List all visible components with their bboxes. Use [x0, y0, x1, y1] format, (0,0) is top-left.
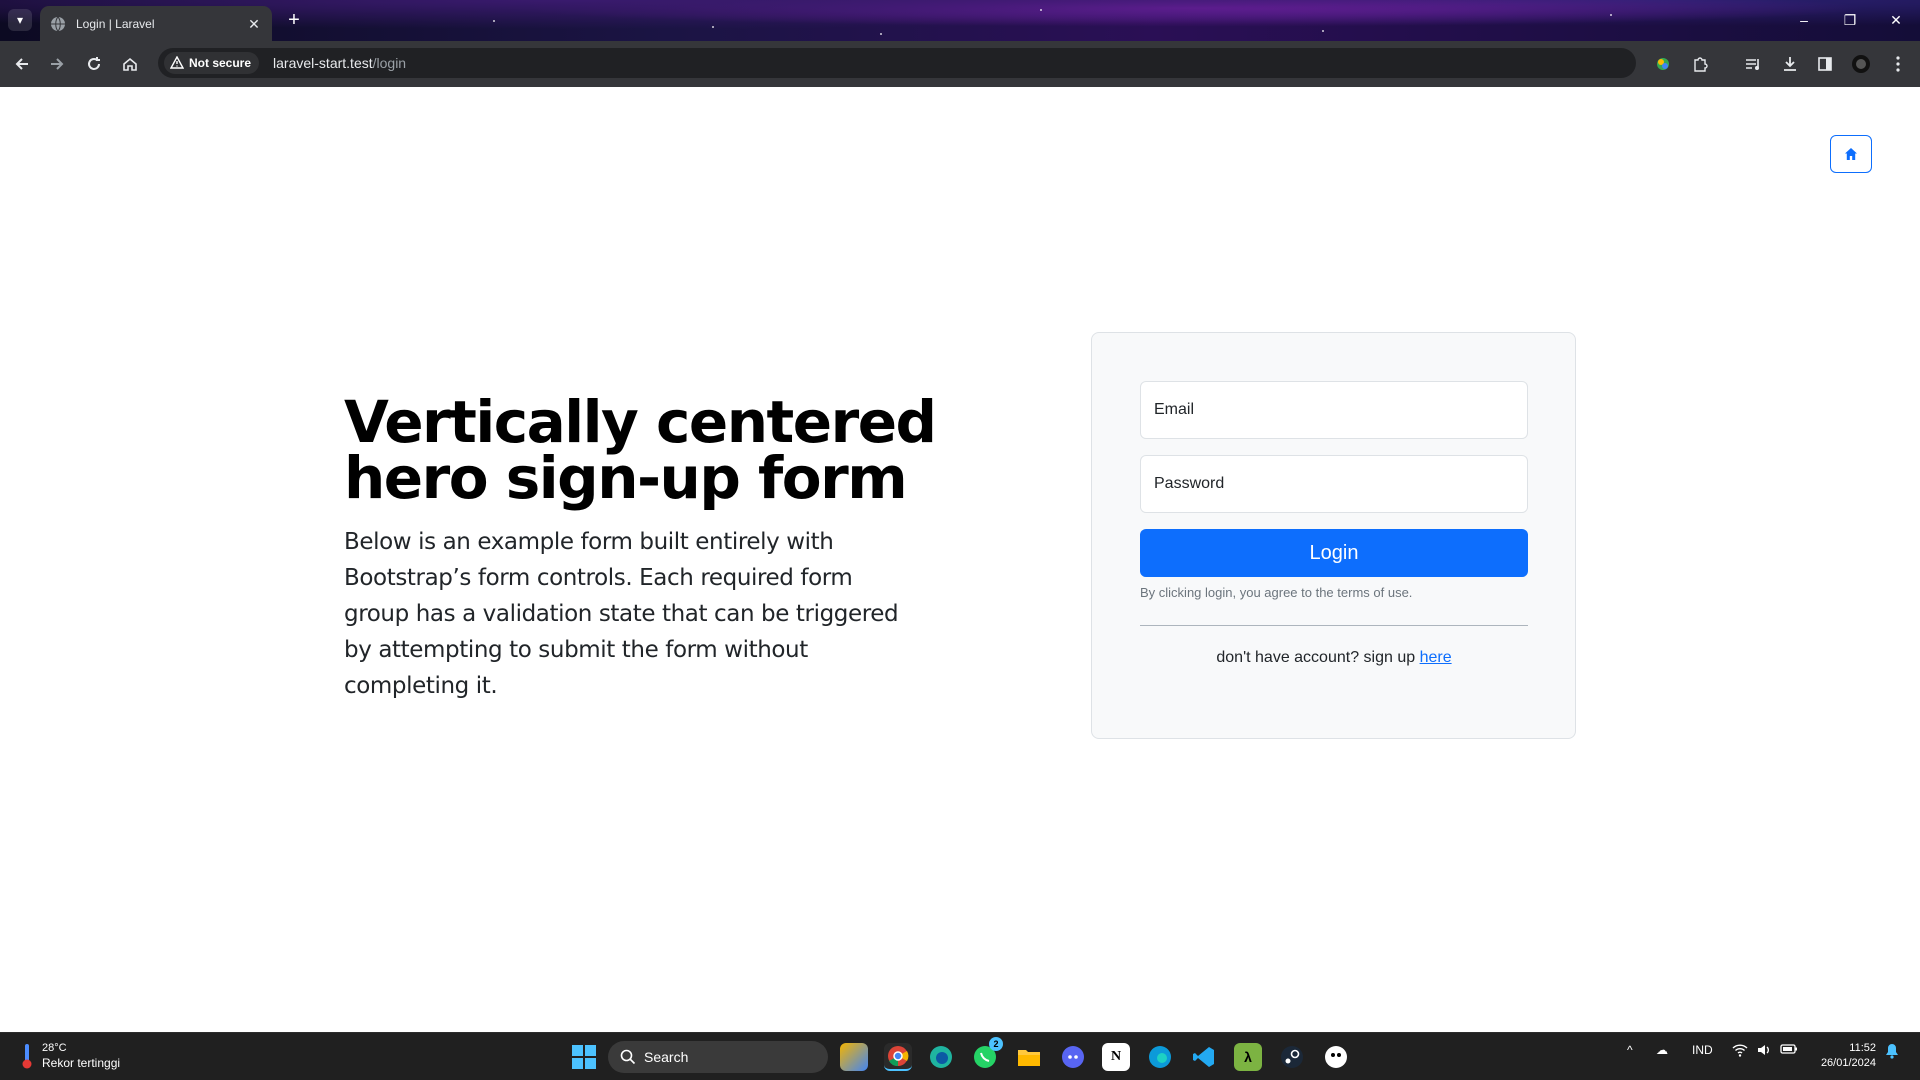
- chevron-down-icon: ▾: [16, 13, 24, 27]
- forward-icon[interactable]: [45, 52, 69, 76]
- terms-text: By clicking login, you agree to the term…: [1140, 585, 1413, 600]
- extensions-puzzle-icon[interactable]: [1688, 52, 1712, 76]
- chrome-app-icon[interactable]: [884, 1043, 912, 1071]
- email-field[interactable]: [1140, 381, 1528, 439]
- url-text[interactable]: laravel-start.test/login: [273, 55, 406, 71]
- login-button[interactable]: Login: [1140, 529, 1528, 577]
- whatsapp-badge: 2: [989, 1037, 1003, 1051]
- divider: [1140, 625, 1528, 626]
- media-controls-icon[interactable]: [1741, 52, 1765, 76]
- volume-icon[interactable]: [1756, 1043, 1772, 1060]
- password-field[interactable]: [1140, 455, 1528, 513]
- system-clock[interactable]: 11:52 26/01/2024: [1812, 1041, 1876, 1071]
- whatsapp-app-icon[interactable]: 2: [971, 1037, 1003, 1071]
- more-menu-icon[interactable]: [1886, 52, 1910, 76]
- laragon-app-icon[interactable]: λ: [1234, 1043, 1262, 1071]
- url-host: laravel-start.test: [273, 55, 373, 71]
- photos-app-icon[interactable]: [840, 1043, 868, 1071]
- new-tab-button[interactable]: +: [282, 10, 306, 32]
- signup-link[interactable]: here: [1420, 649, 1452, 666]
- globe-icon: [51, 16, 65, 31]
- language-indicator[interactable]: IND: [1692, 1043, 1713, 1057]
- minimize-button[interactable]: –: [1784, 8, 1824, 32]
- search-icon: [620, 1049, 636, 1065]
- hero-lead: Below is an example form built entirely …: [344, 529, 899, 699]
- notion-app-icon[interactable]: N: [1102, 1043, 1130, 1071]
- game-app-icon[interactable]: [1322, 1043, 1350, 1071]
- signup-prefix: don't have account? sign up: [1216, 649, 1420, 666]
- house-icon: [1845, 148, 1857, 160]
- home-icon[interactable]: [118, 52, 142, 76]
- warning-icon: [170, 56, 184, 69]
- address-bar[interactable]: Not secure laravel-start.test/login: [158, 48, 1636, 78]
- profile-avatar[interactable]: [1849, 52, 1873, 76]
- clock-time: 11:52: [1849, 1042, 1876, 1054]
- taskbar-search[interactable]: Search: [608, 1041, 828, 1073]
- thermometer-icon: [22, 1044, 32, 1069]
- edge-dev-app-icon[interactable]: [1146, 1043, 1174, 1071]
- weather-widget[interactable]: 28°C Rekor tertinggi: [20, 1041, 120, 1071]
- weather-desc: Rekor tertinggi: [42, 1056, 121, 1070]
- login-card: Login By clicking login, you agree to th…: [1091, 332, 1576, 739]
- browser-tab[interactable]: Login | Laravel ✕: [40, 6, 272, 41]
- clock-date: 26/01/2024: [1820, 1057, 1876, 1069]
- back-icon[interactable]: [10, 52, 34, 76]
- tab-title: Login | Laravel: [76, 16, 155, 31]
- download-icon[interactable]: [1778, 52, 1802, 76]
- onedrive-icon[interactable]: ☁: [1656, 1043, 1668, 1057]
- security-label: Not secure: [189, 56, 252, 70]
- battery-icon[interactable]: [1780, 1043, 1798, 1058]
- vscode-app-icon[interactable]: [1190, 1043, 1218, 1071]
- weather-temp: 28°C: [42, 1042, 67, 1054]
- wifi-icon[interactable]: [1732, 1043, 1748, 1060]
- discord-app-icon[interactable]: [1059, 1043, 1087, 1071]
- edge-app-icon[interactable]: [927, 1043, 955, 1071]
- hero-title: Vertically centered hero sign-up form: [344, 388, 937, 512]
- chevron-up-icon[interactable]: ^: [1627, 1043, 1633, 1057]
- close-window-button[interactable]: ✕: [1876, 8, 1916, 32]
- restore-button[interactable]: ❐: [1830, 8, 1870, 32]
- extension-colorful-icon[interactable]: [1651, 52, 1675, 76]
- signup-prompt: don't have account? sign up here: [1140, 649, 1528, 667]
- reload-icon[interactable]: [82, 52, 106, 76]
- tab-search-button[interactable]: ▾: [8, 9, 32, 31]
- page-content: Vertically centered hero sign-up form Be…: [0, 87, 1920, 1032]
- home-button[interactable]: [1830, 135, 1872, 173]
- windows-taskbar: 28°C Rekor tertinggi Search 2 N λ ^ ☁ IN…: [0, 1032, 1920, 1080]
- close-tab-icon[interactable]: ✕: [246, 16, 262, 32]
- start-button[interactable]: [572, 1045, 596, 1069]
- security-badge[interactable]: Not secure: [164, 52, 260, 74]
- browser-tab-bar: ▾ Login | Laravel ✕ + – ❐ ✕: [0, 0, 1920, 41]
- notification-bell-icon[interactable]: [1885, 1043, 1899, 1062]
- search-label: Search: [644, 1049, 689, 1065]
- steam-app-icon[interactable]: [1278, 1043, 1306, 1071]
- url-path: /login: [372, 55, 407, 71]
- side-panel-icon[interactable]: [1813, 52, 1837, 76]
- file-explorer-icon[interactable]: [1015, 1043, 1043, 1071]
